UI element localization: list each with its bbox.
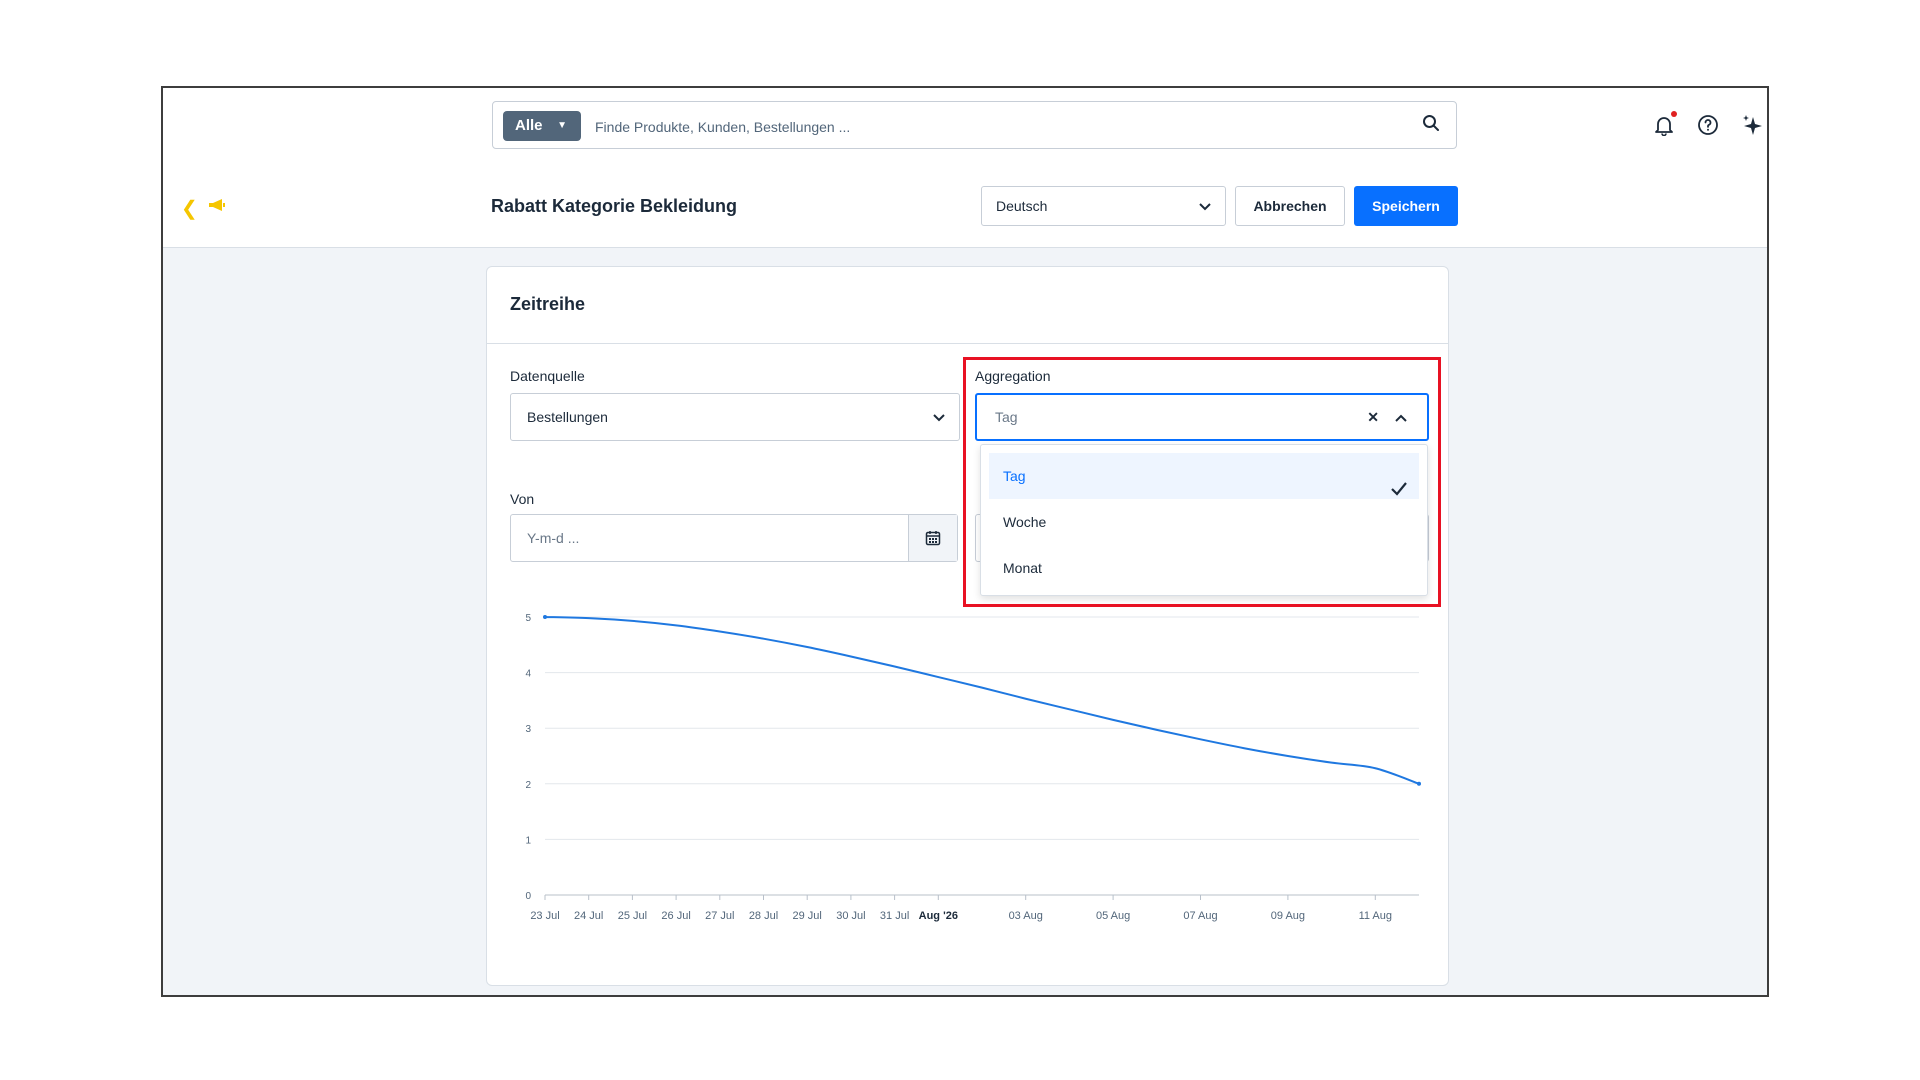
global-search: Alle ▼ xyxy=(492,101,1457,149)
help-icon[interactable] xyxy=(1697,114,1719,141)
x-tick-label: 11 Aug xyxy=(1359,910,1392,922)
search-input[interactable] xyxy=(593,111,1397,143)
y-tick-label: 2 xyxy=(525,780,531,791)
y-tick-label: 4 xyxy=(525,669,531,680)
page-title: Rabatt Kategorie Bekleidung xyxy=(491,196,738,216)
x-tick-label: 23 Jul xyxy=(530,910,559,922)
search-scope-label: Alle xyxy=(515,117,543,134)
megaphone-icon xyxy=(208,198,226,217)
x-tick-label: Aug '26 xyxy=(919,910,958,922)
x-tick-label: 31 Jul xyxy=(880,910,909,922)
y-tick-label: 3 xyxy=(525,724,531,735)
y-tick-label: 1 xyxy=(525,835,531,846)
x-tick-label: 25 Jul xyxy=(618,910,647,922)
data-point xyxy=(1417,781,1421,786)
chevron-down-icon: ▼ xyxy=(557,120,567,131)
sparkles-icon[interactable] xyxy=(1741,114,1763,141)
search-icon[interactable] xyxy=(1422,114,1440,137)
language-value: Deutsch xyxy=(996,198,1048,214)
search-scope-dropdown[interactable]: Alle ▼ xyxy=(503,111,581,141)
back-arrow-icon[interactable]: ❮ xyxy=(181,196,198,221)
y-tick-label: 5 xyxy=(525,613,531,624)
cancel-button[interactable]: Abbrechen xyxy=(1235,186,1345,226)
x-tick-label: 05 Aug xyxy=(1096,910,1130,922)
series-line xyxy=(544,616,1420,785)
save-button[interactable]: Speichern xyxy=(1354,186,1458,226)
x-tick-label: 09 Aug xyxy=(1271,910,1305,922)
bell-icon[interactable] xyxy=(1653,111,1677,141)
data-point xyxy=(543,615,547,619)
x-tick-label: 26 Jul xyxy=(661,910,690,922)
x-tick-label: 03 Aug xyxy=(1009,910,1043,922)
app-window: Alle ▼ ❮ Rabatt Kategorie Bekleidung Deu… xyxy=(161,86,1769,997)
highlight-box xyxy=(963,357,1441,607)
notification-dot xyxy=(1671,111,1677,117)
x-tick-label: 29 Jul xyxy=(793,910,822,922)
page-header: ❮ Rabatt Kategorie Bekleidung Deutsch Ab… xyxy=(163,167,1767,248)
x-tick-label: 30 Jul xyxy=(836,910,865,922)
chevron-down-icon xyxy=(1199,187,1211,225)
x-tick-label: 27 Jul xyxy=(705,910,734,922)
y-tick-label: 0 xyxy=(525,891,531,902)
top-bar: Alle ▼ xyxy=(163,88,1767,168)
x-tick-label: 07 Aug xyxy=(1183,910,1217,922)
language-select[interactable]: Deutsch xyxy=(981,186,1226,226)
x-tick-label: 24 Jul xyxy=(574,910,603,922)
x-tick-label: 28 Jul xyxy=(749,910,778,922)
